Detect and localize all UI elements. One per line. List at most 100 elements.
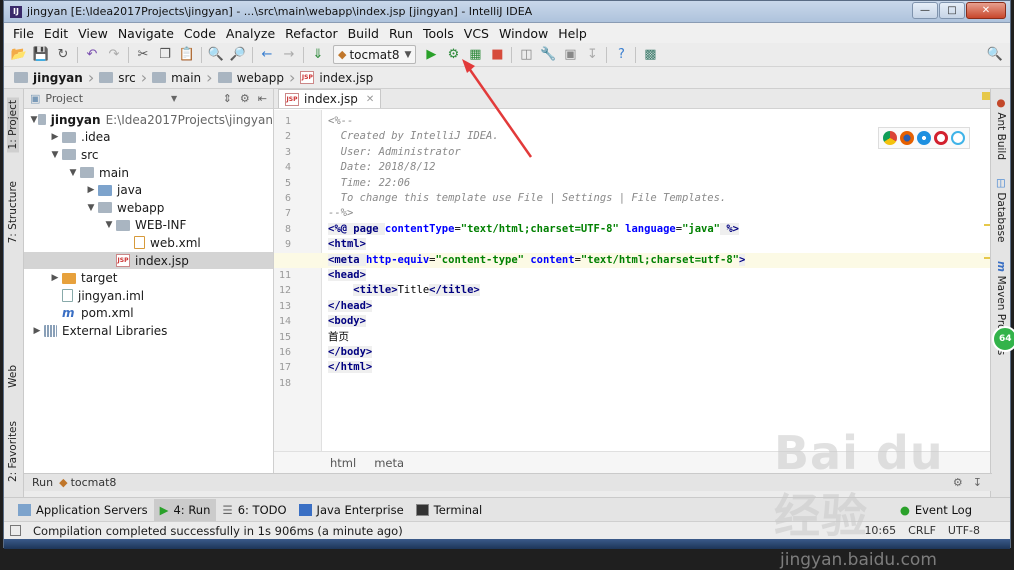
tree-item-web-xml[interactable]: web.xml — [24, 234, 273, 252]
tree-item-jingyan[interactable]: ▼ jingyan E:\Idea2017Projects\jingyan — [24, 111, 273, 129]
editor-breadcrumb-meta[interactable]: meta — [374, 456, 404, 470]
code-line[interactable]: <meta http-equiv="content-type" content=… — [274, 252, 992, 268]
application-servers-tab[interactable]: Application Servers — [12, 499, 154, 521]
menu-help[interactable]: Help — [553, 26, 592, 41]
ie-icon[interactable] — [951, 131, 965, 145]
presentation-icon[interactable]: ▩ — [639, 45, 661, 65]
collapse-arrow-icon[interactable]: ▶ — [48, 132, 62, 142]
project-structure-icon[interactable]: ◫ — [515, 45, 537, 65]
code-line[interactable]: <html> — [328, 237, 980, 252]
run-icon[interactable]: ▶ — [420, 45, 442, 65]
run-tab[interactable]: ▶ 4: Run — [153, 498, 217, 521]
hide-panel-icon[interactable]: ↧ — [973, 476, 982, 489]
forward-icon[interactable]: → — [278, 45, 300, 65]
paste-icon[interactable]: 📋 — [176, 45, 198, 65]
tree-item-java[interactable]: ▶ java — [24, 181, 273, 199]
java-enterprise-tab[interactable]: Java Enterprise — [293, 499, 410, 521]
back-icon[interactable]: ← — [256, 45, 278, 65]
settings-icon[interactable]: 🔧 — [537, 45, 559, 65]
synchronize-icon[interactable]: ↻ — [52, 45, 74, 65]
expand-arrow-icon[interactable]: ▼ — [48, 150, 62, 160]
status-message[interactable]: Compilation completed successfully in 1s… — [33, 524, 403, 538]
tree-item-main[interactable]: ▼ main — [24, 164, 273, 182]
expand-arrow-icon[interactable]: ▼ — [30, 115, 38, 125]
tree-item-idea[interactable]: ▶ .idea — [24, 129, 273, 147]
sdk-icon[interactable]: ▣ — [559, 45, 581, 65]
tree-item-pom-xml[interactable]: m pom.xml — [24, 305, 273, 323]
code-line[interactable]: --%> — [328, 206, 980, 221]
open-folder-icon[interactable]: 📂 — [8, 45, 30, 65]
run-panel-config[interactable]: tocmat8 — [71, 476, 117, 489]
structure-tool-button[interactable]: 7: Structure — [7, 181, 19, 243]
menu-analyze[interactable]: Analyze — [221, 26, 280, 41]
collapse-all-icon[interactable]: ⇕ — [223, 92, 232, 105]
tree-item-src[interactable]: ▼ src — [24, 146, 273, 164]
undo-icon[interactable]: ↶ — [81, 45, 103, 65]
copy-icon[interactable]: ❐ — [154, 45, 176, 65]
menu-view[interactable]: View — [73, 26, 113, 41]
download-icon[interactable]: ↧ — [581, 45, 603, 65]
collapse-arrow-icon[interactable]: ▶ — [30, 326, 44, 336]
collapse-arrow-icon[interactable]: ▶ — [84, 185, 98, 195]
expand-arrow-icon[interactable]: ▼ — [84, 203, 98, 213]
redo-icon[interactable]: ↷ — [103, 45, 125, 65]
code-line[interactable]: </head> — [328, 299, 980, 314]
run-configuration-selector[interactable]: ◆ tocmat8 ▼ — [333, 45, 417, 64]
menu-vcs[interactable]: VCS — [459, 26, 494, 41]
line-separator[interactable]: CRLF — [908, 524, 936, 537]
file-encoding[interactable]: UTF-8 — [948, 524, 980, 537]
tree-item-index-jsp[interactable]: JSP index.jsp — [24, 251, 273, 270]
close-tab-icon[interactable]: ✕ — [366, 94, 374, 105]
tree-item-webapp[interactable]: ▼ webapp — [24, 199, 273, 217]
debug-icon[interactable]: ⚙ — [442, 45, 464, 65]
find-icon[interactable]: 🔍 — [205, 45, 227, 65]
code-line[interactable] — [328, 376, 980, 391]
ant-build-tool-button[interactable]: ● Ant Build — [995, 97, 1007, 160]
breadcrumb-file[interactable]: JSP index.jsp — [296, 68, 377, 88]
menu-run[interactable]: Run — [384, 26, 418, 41]
maximize-button[interactable]: □ — [939, 2, 965, 19]
hide-panel-icon[interactable]: ⇤ — [258, 92, 267, 105]
save-all-icon[interactable]: 💾 — [30, 45, 52, 65]
warning-stripe[interactable] — [982, 92, 990, 100]
view-selector-icon[interactable]: ▣ — [30, 92, 40, 105]
caret-position[interactable]: 10:65 — [864, 524, 896, 537]
chrome-icon[interactable] — [883, 131, 897, 145]
code-line[interactable]: To change this template use File | Setti… — [328, 191, 980, 206]
breadcrumb-main[interactable]: main — [148, 68, 205, 88]
code-line[interactable]: </body> — [328, 345, 980, 360]
search-everywhere-icon[interactable]: 🔍 — [984, 45, 1006, 65]
expand-arrow-icon[interactable]: ▼ — [66, 168, 80, 178]
gear-icon[interactable]: ⚙ — [240, 92, 250, 105]
project-panel-title[interactable]: Project — [45, 92, 83, 105]
editor-tab-index-jsp[interactable]: JSP index.jsp ✕ — [278, 89, 382, 108]
replace-icon[interactable]: 🔎 — [227, 45, 249, 65]
editor-breadcrumb-html[interactable]: html — [330, 456, 356, 470]
favorites-tool-button[interactable]: 2: Favorites — [7, 421, 19, 482]
menu-refactor[interactable]: Refactor — [280, 26, 342, 41]
breadcrumb-webapp[interactable]: webapp — [214, 68, 288, 88]
menu-build[interactable]: Build — [343, 26, 384, 41]
minimize-button[interactable]: — — [912, 2, 938, 19]
menu-navigate[interactable]: Navigate — [113, 26, 179, 41]
code-line[interactable]: <%@ page contentType="text/html;charset=… — [328, 222, 980, 237]
code-line[interactable]: <head> — [328, 268, 980, 283]
web-tool-button[interactable]: Web — [7, 365, 19, 388]
tree-item-external-libraries[interactable]: ▶ External Libraries — [24, 322, 273, 340]
breadcrumb-src[interactable]: src — [95, 68, 140, 88]
stop-icon[interactable]: ■ — [486, 45, 508, 65]
tree-item-web-inf[interactable]: ▼ WEB-INF — [24, 217, 273, 235]
coverage-icon[interactable]: ▦ — [464, 45, 486, 65]
todo-tab[interactable]: ☰ 6: TODO — [216, 499, 292, 521]
progress-badge[interactable]: 64 — [992, 326, 1014, 352]
build-project-icon[interactable]: ⇓ — [307, 45, 329, 65]
project-tool-button[interactable]: 1: Project — [7, 97, 19, 153]
cut-icon[interactable]: ✂ — [132, 45, 154, 65]
database-tool-button[interactable]: ◫ Database — [995, 177, 1007, 242]
menu-edit[interactable]: Edit — [39, 26, 73, 41]
code-content[interactable]: <%-- Created by IntelliJ IDEA. User: Adm… — [274, 110, 992, 451]
opera-icon[interactable] — [934, 131, 948, 145]
tree-item-jingyan-iml[interactable]: jingyan.iml — [24, 287, 273, 305]
help-icon[interactable]: ? — [610, 45, 632, 65]
tree-item-target[interactable]: ▶ target — [24, 269, 273, 287]
